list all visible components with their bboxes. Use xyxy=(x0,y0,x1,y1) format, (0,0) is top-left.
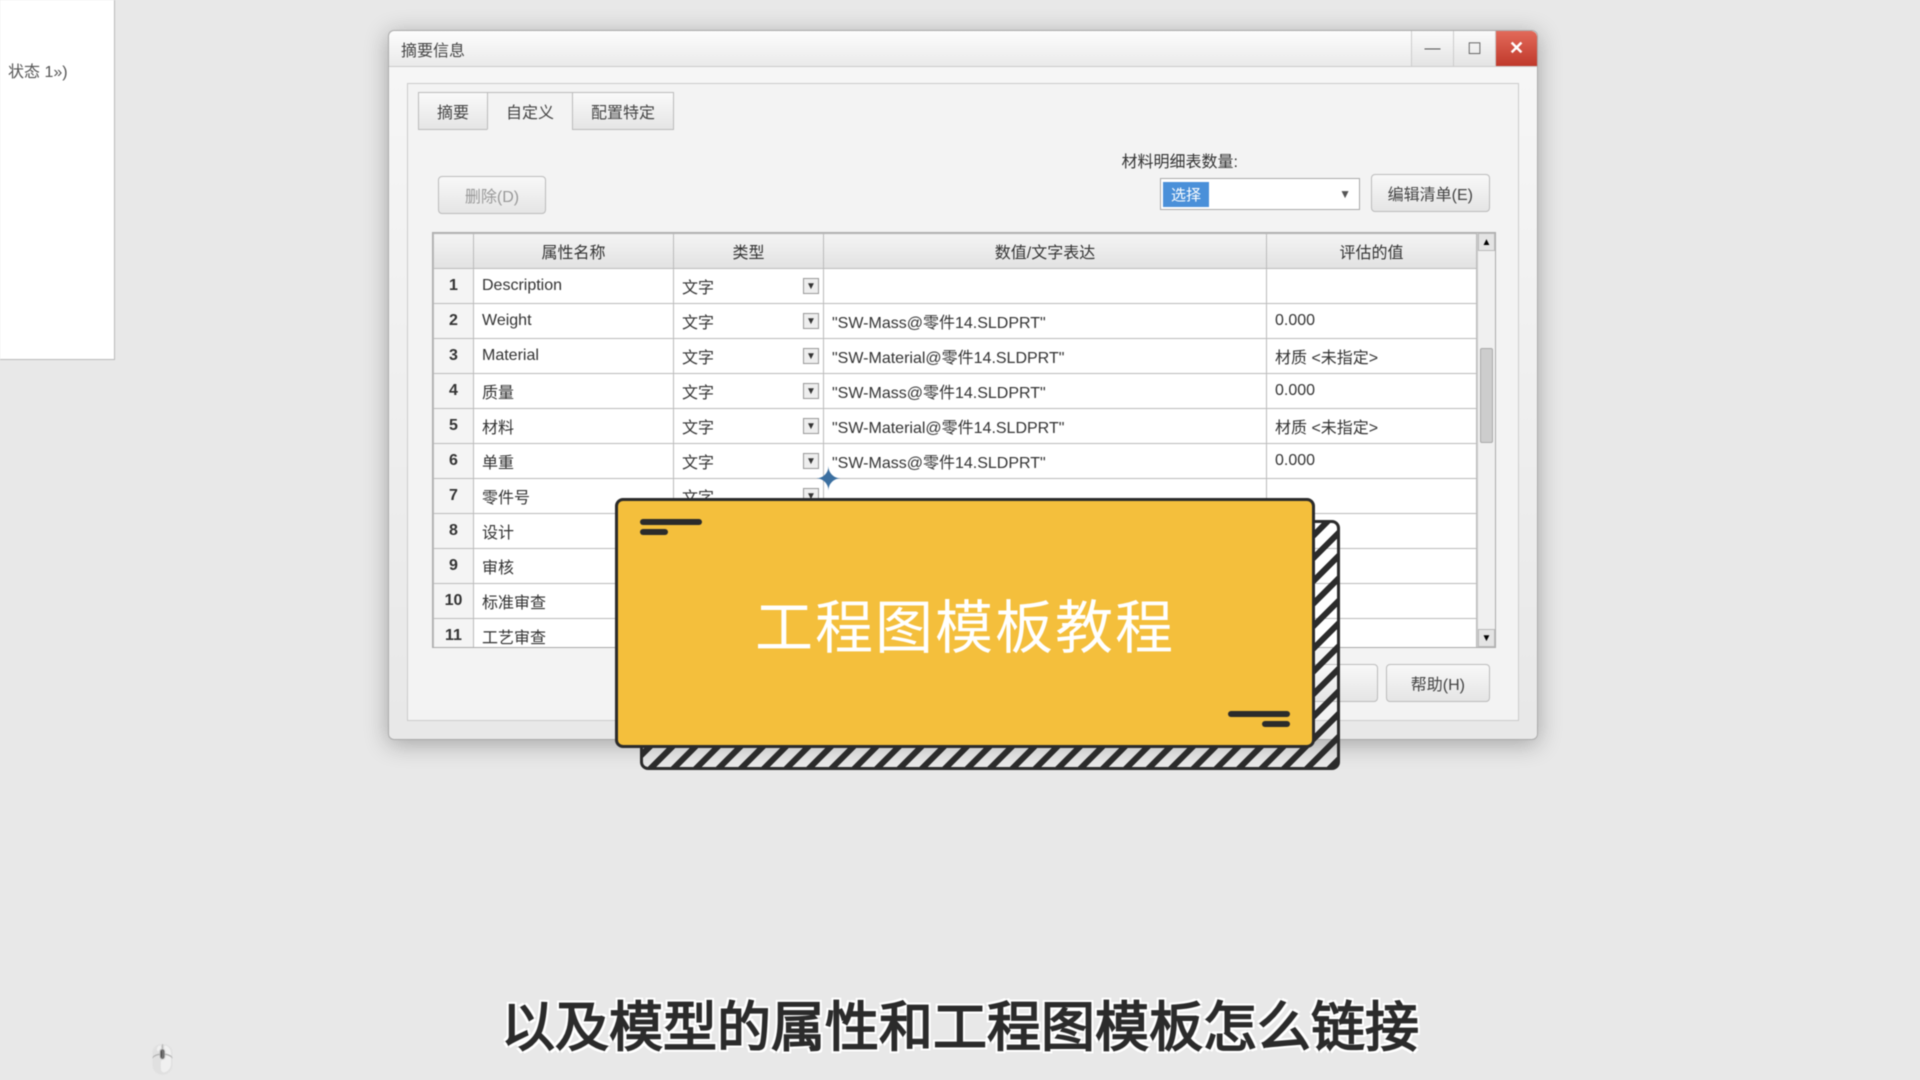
cell-eval: 材质 <未指定> xyxy=(1267,339,1477,374)
cell-rownum: 5 xyxy=(434,409,474,444)
cell-name[interactable]: 材料 xyxy=(474,409,674,444)
cell-expr[interactable]: "SW-Material@零件14.SLDPRT" xyxy=(824,339,1267,374)
table-row[interactable]: 2Weight文字▼"SW-Mass@零件14.SLDPRT"0.000 xyxy=(434,304,1477,339)
table-row[interactable]: 1Description文字▼ xyxy=(434,269,1477,304)
chevron-down-icon: ▼ xyxy=(1331,187,1359,201)
cell-rownum: 2 xyxy=(434,304,474,339)
cell-expr[interactable]: "SW-Mass@零件14.SLDPRT" xyxy=(824,444,1267,479)
cell-expr[interactable]: "SW-Material@零件14.SLDPRT" xyxy=(824,409,1267,444)
vertical-scrollbar[interactable]: ▲ ▼ xyxy=(1477,233,1495,647)
table-row[interactable]: 3Material文字▼"SW-Material@零件14.SLDPRT"材质 … xyxy=(434,339,1477,374)
cell-name[interactable]: 质量 xyxy=(474,374,674,409)
dialog-title: 摘要信息 xyxy=(401,37,465,61)
cell-rownum: 6 xyxy=(434,444,474,479)
minimize-button[interactable]: — xyxy=(1411,31,1453,66)
tabs: 摘要 自定义 配置特定 xyxy=(418,92,673,130)
dropdown-icon[interactable]: ▼ xyxy=(803,278,819,294)
cell-type[interactable]: 文字▼ xyxy=(674,444,824,479)
cell-rownum: 1 xyxy=(434,269,474,304)
cell-eval: 0.000 xyxy=(1267,304,1477,339)
dash-decoration-tl xyxy=(640,519,702,535)
cell-rownum: 9 xyxy=(434,549,474,584)
cell-expr[interactable] xyxy=(824,269,1267,304)
dropdown-icon[interactable]: ▼ xyxy=(803,348,819,364)
dropdown-icon[interactable]: ▼ xyxy=(803,313,819,329)
cell-rownum: 3 xyxy=(434,339,474,374)
cell-rownum: 7 xyxy=(434,479,474,514)
table-row[interactable]: 6单重文字▼"SW-Mass@零件14.SLDPRT"0.000 xyxy=(434,444,1477,479)
subtitle-text: 以及模型的属性和工程图模板怎么链接 xyxy=(0,983,1920,1062)
callout-text: 工程图模板教程 xyxy=(755,581,1175,665)
background-panel: 状态 1») xyxy=(0,0,115,360)
tab-config[interactable]: 配置特定 xyxy=(572,92,674,130)
scroll-up-icon[interactable]: ▲ xyxy=(1478,233,1495,251)
header-expr: 数值/文字表达 xyxy=(824,234,1267,269)
cell-type[interactable]: 文字▼ xyxy=(674,304,824,339)
maximize-button[interactable]: ☐ xyxy=(1453,31,1495,66)
edit-list-button[interactable]: 编辑清单(E) xyxy=(1371,174,1490,212)
header-eval: 评估的值 xyxy=(1267,234,1477,269)
dropdown-icon[interactable]: ▼ xyxy=(803,453,819,469)
cell-type[interactable]: 文字▼ xyxy=(674,409,824,444)
cell-eval: 0.000 xyxy=(1267,444,1477,479)
cell-name[interactable]: 单重 xyxy=(474,444,674,479)
dialog-titlebar[interactable]: 摘要信息 — ☐ ✕ xyxy=(389,31,1537,67)
dropdown-icon[interactable]: ▼ xyxy=(803,418,819,434)
cell-eval: 材质 <未指定> xyxy=(1267,409,1477,444)
bg-status-text: 状态 1») xyxy=(8,58,68,82)
cell-eval: 0.000 xyxy=(1267,374,1477,409)
scroll-thumb[interactable] xyxy=(1480,348,1493,443)
header-type: 类型 xyxy=(674,234,824,269)
cell-name[interactable]: Material xyxy=(474,339,674,374)
cell-eval xyxy=(1267,269,1477,304)
cell-name[interactable]: Description xyxy=(474,269,674,304)
material-qty-select[interactable]: 选择 ▼ xyxy=(1160,178,1360,210)
window-buttons: — ☐ ✕ xyxy=(1411,31,1537,66)
tab-summary[interactable]: 摘要 xyxy=(418,92,488,130)
select-value: 选择 xyxy=(1163,182,1209,207)
cell-expr[interactable]: "SW-Mass@零件14.SLDPRT" xyxy=(824,374,1267,409)
cell-name[interactable]: Weight xyxy=(474,304,674,339)
cell-rownum: 8 xyxy=(434,514,474,549)
cell-rownum: 11 xyxy=(434,619,474,649)
dropdown-icon[interactable]: ▼ xyxy=(803,383,819,399)
tab-custom[interactable]: 自定义 xyxy=(487,92,573,130)
cell-rownum: 10 xyxy=(434,584,474,619)
cell-type[interactable]: 文字▼ xyxy=(674,269,824,304)
material-qty-label: 材料明细表数量: xyxy=(1122,148,1238,172)
header-name: 属性名称 xyxy=(474,234,674,269)
scroll-down-icon[interactable]: ▼ xyxy=(1478,629,1495,647)
cell-type[interactable]: 文字▼ xyxy=(674,374,824,409)
cell-expr[interactable]: "SW-Mass@零件14.SLDPRT" xyxy=(824,304,1267,339)
help-button[interactable]: 帮助(H) xyxy=(1386,664,1490,702)
table-row[interactable]: 4质量文字▼"SW-Mass@零件14.SLDPRT"0.000 xyxy=(434,374,1477,409)
table-row[interactable]: 5材料文字▼"SW-Material@零件14.SLDPRT"材质 <未指定> xyxy=(434,409,1477,444)
dash-decoration-br xyxy=(1228,711,1290,727)
close-button[interactable]: ✕ xyxy=(1495,31,1537,66)
callout-banner: 工程图模板教程 xyxy=(615,498,1315,748)
header-rownum xyxy=(434,234,474,269)
delete-button[interactable]: 删除(D) xyxy=(438,176,546,214)
cell-type[interactable]: 文字▼ xyxy=(674,339,824,374)
cell-rownum: 4 xyxy=(434,374,474,409)
